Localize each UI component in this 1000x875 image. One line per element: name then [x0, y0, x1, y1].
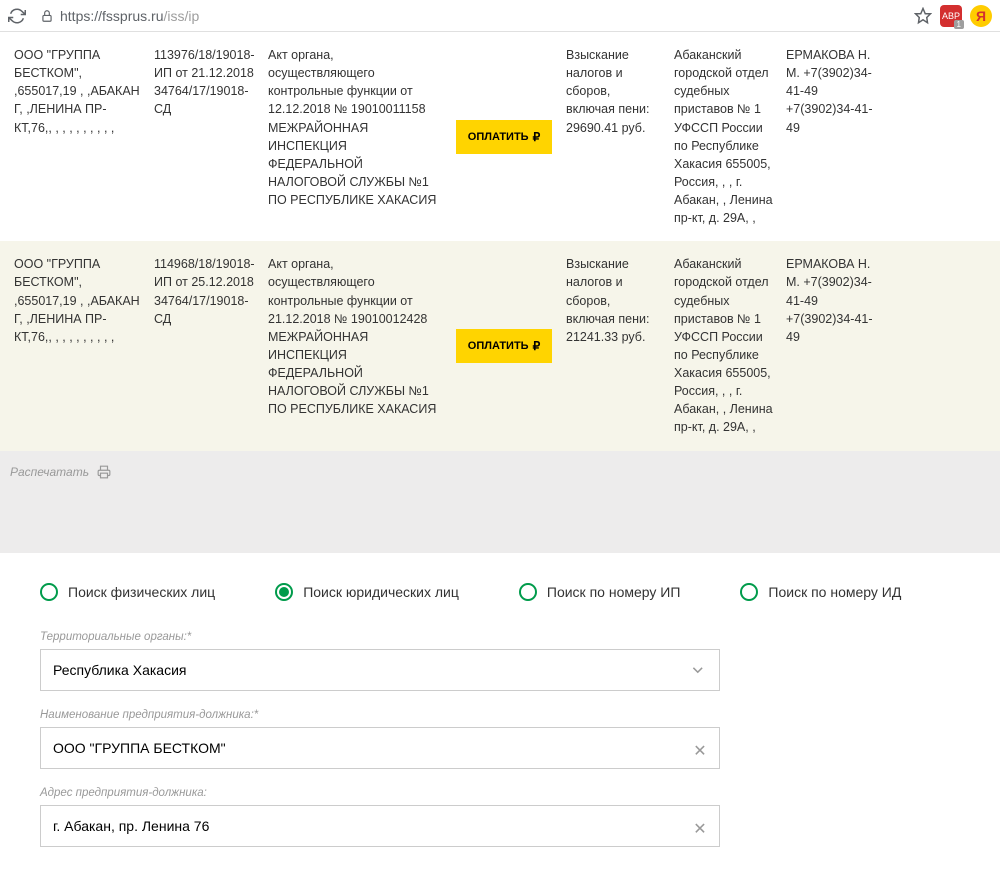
- document-cell: Акт органа, осуществляющего контрольные …: [262, 46, 448, 227]
- field-label: Адрес предприятия-должника:: [40, 787, 720, 799]
- tab-ip-number[interactable]: Поиск по номеру ИП: [519, 583, 681, 601]
- field-label: Наименование предприятия-должника:*: [40, 709, 720, 721]
- extension-abp-icon[interactable]: ABP 1: [940, 5, 962, 27]
- case-cell: 114968/18/19018-ИП от 25.12.2018 34764/1…: [148, 255, 262, 436]
- tab-id-number[interactable]: Поиск по номеру ИД: [740, 583, 901, 601]
- extension-yandex-icon[interactable]: Я: [970, 5, 992, 27]
- region-field: Территориальные органы:*: [40, 631, 720, 691]
- clear-icon[interactable]: ✕: [693, 819, 707, 833]
- ruble-icon: ₽: [533, 339, 541, 353]
- search-tab-row: Поиск физических лиц Поиск юридических л…: [40, 583, 960, 601]
- radio-icon: [40, 583, 58, 601]
- radio-icon-selected: [275, 583, 293, 601]
- debtor-cell: ООО "ГРУППА БЕСТКОМ", ,655017,19 , ,АБАК…: [8, 255, 148, 436]
- department-cell: Абаканский городской отдел судебных прис…: [668, 255, 780, 436]
- print-link[interactable]: Распечатать: [0, 451, 1000, 493]
- radio-icon: [519, 583, 537, 601]
- tab-label: Поиск юридических лиц: [303, 584, 459, 600]
- search-section: Поиск физических лиц Поиск юридических л…: [0, 553, 1000, 875]
- radio-icon: [740, 583, 758, 601]
- region-select[interactable]: [40, 649, 720, 691]
- department-cell: Абаканский городской отдел судебных прис…: [668, 46, 780, 227]
- table-row: ООО "ГРУППА БЕСТКОМ", ,655017,19 , ,АБАК…: [0, 241, 1000, 450]
- debtor-cell: ООО "ГРУППА БЕСТКОМ", ,655017,19 , ,АБАК…: [8, 46, 148, 227]
- tab-legal-entities[interactable]: Поиск юридических лиц: [275, 583, 459, 601]
- ruble-icon: ₽: [533, 130, 541, 144]
- tab-individuals[interactable]: Поиск физических лиц: [40, 583, 215, 601]
- tab-label: Поиск физических лиц: [68, 584, 215, 600]
- case-cell: 113976/18/19018-ИП от 21.12.2018 34764/1…: [148, 46, 262, 227]
- url-path: /iss/ip: [163, 8, 199, 24]
- address-input-wrap: ✕: [40, 805, 720, 847]
- subject-cell: Взыскание налогов и сборов, включая пени…: [560, 46, 668, 227]
- pay-button[interactable]: ОПЛАТИТЬ₽: [456, 120, 552, 154]
- bookmark-star-icon[interactable]: [914, 7, 932, 25]
- chevron-down-icon: [689, 661, 707, 679]
- name-field: Наименование предприятия-должника:* ✕: [40, 709, 720, 769]
- address-input[interactable]: [53, 818, 693, 834]
- tab-label: Поиск по номеру ИД: [768, 584, 901, 600]
- browser-bar: https://fssprus.ru/iss/ip ABP 1 Я: [0, 0, 1000, 32]
- document-cell: Акт органа, осуществляющего контрольные …: [262, 255, 448, 436]
- region-input[interactable]: [53, 662, 689, 678]
- pay-button[interactable]: ОПЛАТИТЬ₽: [456, 329, 552, 363]
- clear-icon[interactable]: ✕: [693, 741, 707, 755]
- table-row: ООО "ГРУППА БЕСТКОМ", ,655017,19 , ,АБАК…: [0, 32, 1000, 241]
- reload-icon[interactable]: [8, 7, 26, 25]
- name-input-wrap: ✕: [40, 727, 720, 769]
- url-bar[interactable]: https://fssprus.ru/iss/ip: [60, 8, 906, 24]
- officer-cell: ЕРМАКОВА Н. М. +7(3902)34-41-49 +7(3902)…: [780, 255, 888, 436]
- subject-cell: Взыскание налогов и сборов, включая пени…: [560, 255, 668, 436]
- tab-label: Поиск по номеру ИП: [547, 584, 681, 600]
- print-icon: [97, 465, 111, 479]
- lock-icon: [40, 9, 54, 23]
- field-label: Территориальные органы:*: [40, 631, 720, 643]
- name-input[interactable]: [53, 740, 693, 756]
- officer-cell: ЕРМАКОВА Н. М. +7(3902)34-41-49 +7(3902)…: [780, 46, 888, 227]
- url-host: https://fssprus.ru: [60, 8, 163, 24]
